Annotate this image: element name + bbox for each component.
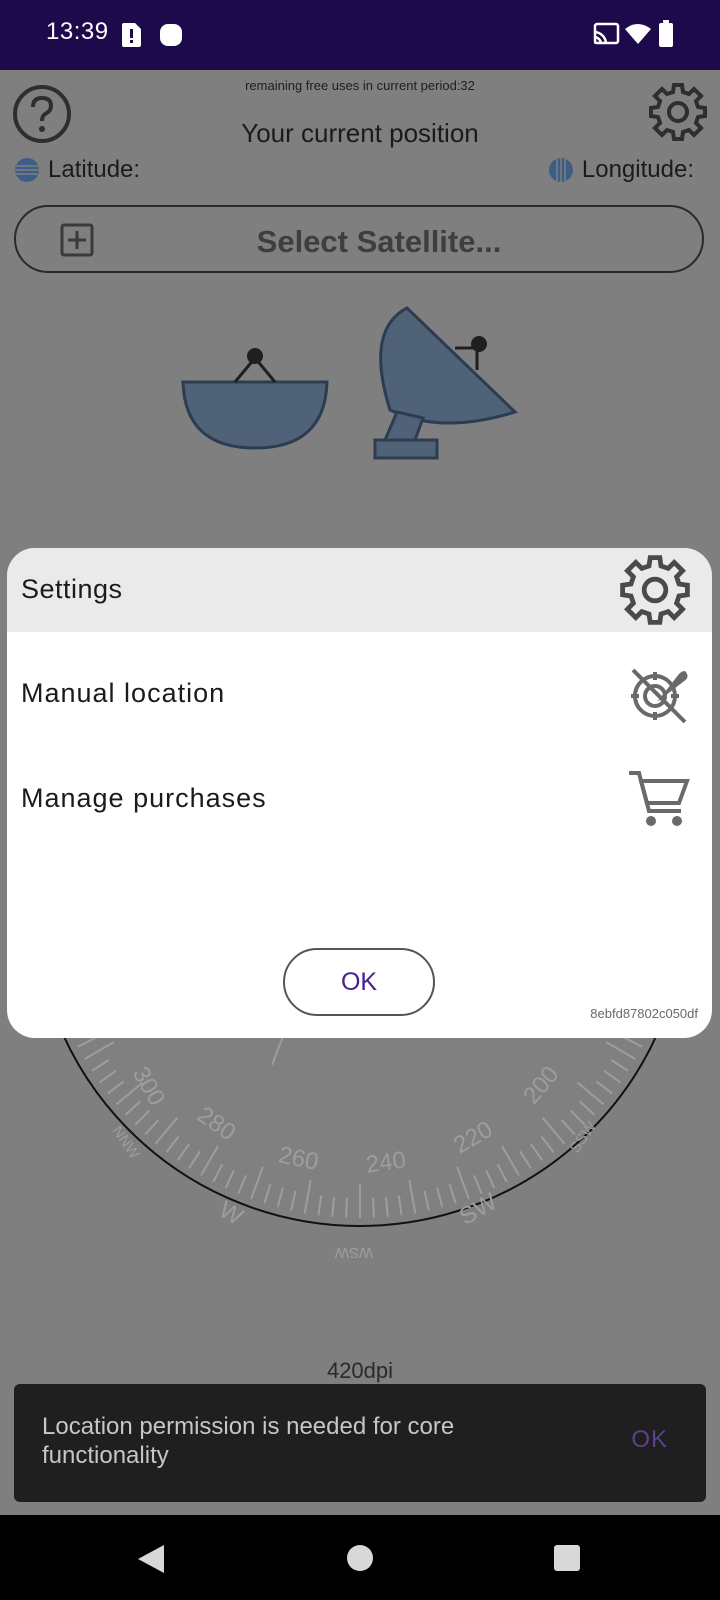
longitude-globe-icon (548, 158, 573, 182)
wifi-icon (625, 24, 651, 44)
current-position-title: Your current position (241, 118, 479, 148)
battery-icon (659, 20, 673, 47)
free-uses-text: remaining free uses in current period:32 (245, 78, 475, 93)
manage-purchases-label: Manage purchases (21, 783, 267, 813)
snackbar-ok-button[interactable]: OK (631, 1426, 668, 1454)
select-satellite-button[interactable]: Select Satellite... (14, 205, 704, 273)
cast-icon (593, 22, 620, 45)
select-satellite-label: Select Satellite... (256, 224, 502, 259)
dpi-text: 420dpi (326, 1358, 394, 1383)
longitude-row: Longitude: (548, 156, 694, 184)
snackbar-message: Location permission is needed for core f… (42, 1413, 455, 1469)
manual-location-item[interactable]: Manual location (7, 648, 712, 738)
settings-dialog: Settings Manual location Manage purchase… (7, 548, 712, 1038)
device-id-text: 8ebfd87802c050df (590, 1006, 698, 1021)
navigation-bar (0, 1515, 720, 1600)
permission-snackbar: Location permission is needed for core f… (14, 1384, 706, 1502)
alert-sim-icon (122, 23, 141, 47)
status-bar: 13:39 (0, 0, 720, 70)
compass-label: WSW (334, 1244, 373, 1261)
dialog-title: Settings (21, 574, 123, 604)
status-time: 13:39 (46, 18, 109, 45)
recents-icon[interactable] (553, 1544, 581, 1572)
latitude-label: Latitude: (48, 156, 141, 183)
manual-location-label: Manual location (21, 678, 226, 708)
manual-location-icon (631, 668, 688, 724)
latitude-row: Latitude: (14, 156, 140, 184)
compass-tick (345, 1197, 349, 1218)
dialog-ok-button[interactable]: OK (283, 948, 435, 1016)
dialog-header: Settings (7, 548, 712, 632)
compass-label: 240 (364, 1146, 407, 1178)
longitude-label: Longitude: (581, 156, 694, 183)
latitude-globe-icon (15, 158, 39, 182)
back-icon[interactable] (136, 1543, 166, 1575)
gear-icon (620, 555, 690, 625)
manage-purchases-item[interactable]: Manage purchases (7, 753, 712, 843)
satellite-dishes-illustration (181, 306, 518, 460)
circle-notification-icon (160, 24, 182, 46)
cart-icon (629, 771, 690, 826)
home-icon[interactable] (346, 1544, 374, 1572)
compass-tick (371, 1197, 375, 1218)
